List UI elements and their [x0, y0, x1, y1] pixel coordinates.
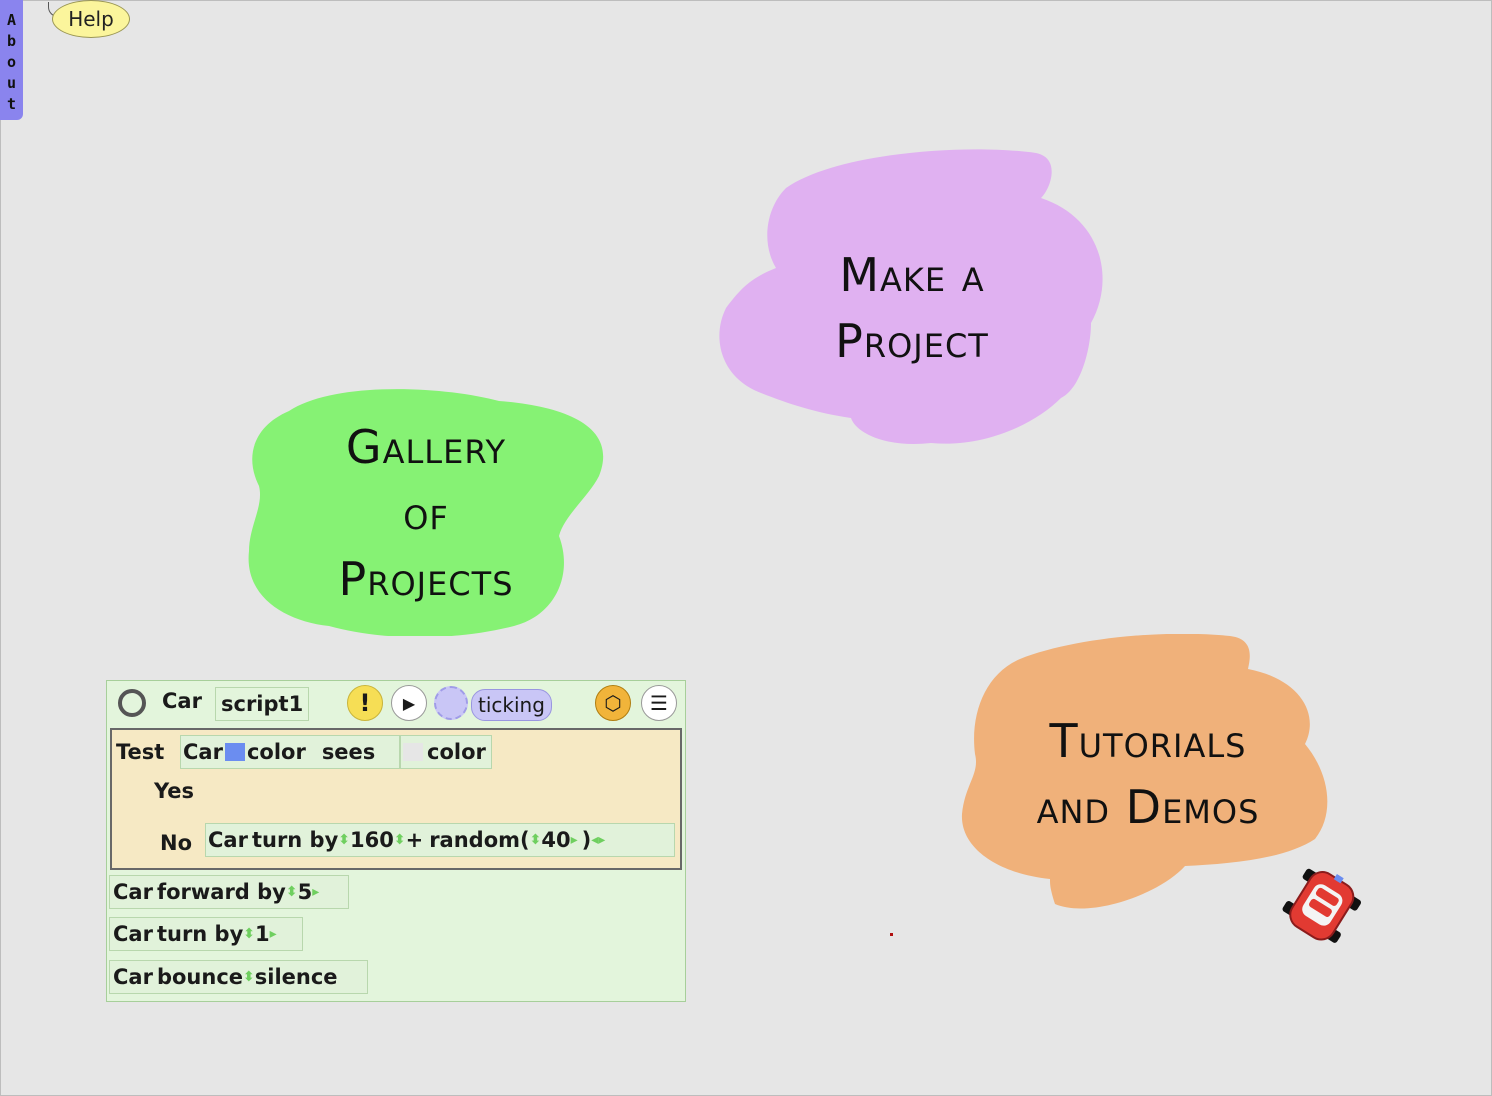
car-sprite[interactable]: [1278, 862, 1370, 950]
color-label: color: [427, 740, 486, 764]
command-line-bounce[interactable]: Car bounce ⬍ silence: [109, 960, 368, 994]
turn-value[interactable]: 160: [350, 828, 394, 852]
up-down-arrows-icon[interactable]: ⬍: [338, 832, 350, 848]
script-header: Car script1 ! ▶ ticking ⬡ ☰: [107, 681, 685, 727]
line-value[interactable]: 1: [255, 922, 270, 946]
line-command: bounce: [156, 965, 244, 989]
plus-operator[interactable]: +: [406, 828, 424, 852]
line-object: Car: [113, 965, 153, 989]
up-down-arrows-icon[interactable]: ⬍: [530, 832, 542, 848]
test-condition[interactable]: Car color sees: [180, 735, 400, 769]
command-line-forward[interactable]: Car forward by ⬍ 5 ▸: [109, 875, 349, 909]
status-label: ticking: [478, 693, 545, 717]
about-letter: A: [6, 11, 17, 29]
gallery-line1: Gallery: [345, 420, 507, 474]
status-ticking-button[interactable]: ticking: [471, 689, 552, 721]
clock-icon[interactable]: [434, 686, 468, 720]
line-value[interactable]: 5: [298, 880, 313, 904]
no-command: turn by: [251, 828, 339, 852]
about-letter: o: [6, 53, 17, 71]
script-editor[interactable]: Car script1 ! ▶ ticking ⬡ ☰ Test Car col…: [106, 680, 686, 1002]
fire-once-button[interactable]: !: [347, 685, 383, 721]
help-balloon[interactable]: Help: [52, 0, 130, 38]
script-name-label: script1: [221, 692, 304, 716]
menu-icon: ☰: [650, 691, 668, 715]
close-paren: ): [581, 828, 592, 852]
tutorials-line2: and Demos: [1036, 780, 1260, 834]
right-arrow-icon[interactable]: ▸: [571, 832, 578, 848]
line-value[interactable]: silence: [255, 965, 338, 989]
color-swatch[interactable]: [224, 743, 245, 761]
line-object: Car: [113, 922, 153, 946]
gallery-cloud[interactable]: Gallery of Projects: [244, 386, 608, 636]
exclamation-icon: !: [359, 689, 371, 717]
destroy-script-button[interactable]: ⬡: [595, 685, 631, 721]
line-object: Car: [113, 880, 153, 904]
up-down-arrows-icon[interactable]: ⬍: [243, 969, 255, 985]
test-block[interactable]: Test Car color sees color Yes No Car tur…: [110, 728, 682, 870]
no-command-tile[interactable]: Car turn by ⬍ 160 ⬍ + random ( ⬍ 40 ▸ ) …: [205, 823, 675, 857]
no-object: Car: [208, 828, 248, 852]
up-down-arrows-icon[interactable]: ⬍: [394, 832, 406, 848]
make-project-cloud[interactable]: Make a Project: [716, 148, 1108, 448]
command-line-turn[interactable]: Car turn by ⬍ 1 ▸: [109, 917, 303, 951]
sees-label: sees: [321, 740, 376, 764]
script-object-name[interactable]: Car: [162, 689, 202, 713]
box-icon: ⬡: [604, 691, 622, 715]
about-letter: t: [6, 95, 17, 113]
yes-label: Yes: [154, 779, 195, 803]
about-letter: u: [6, 74, 17, 92]
help-label: Help: [68, 7, 114, 31]
line-command: forward by: [156, 880, 286, 904]
no-label: No: [160, 831, 193, 855]
collapse-button[interactable]: [118, 689, 146, 717]
color-label: color: [246, 740, 306, 764]
about-letter: b: [6, 32, 17, 50]
random-label: random: [429, 828, 521, 852]
test-object: Car: [183, 740, 223, 764]
sees-color-tile[interactable]: color: [400, 735, 492, 769]
make-project-line2: Project: [835, 314, 989, 368]
open-paren: (: [520, 828, 530, 852]
up-down-arrows-icon[interactable]: ⬍: [286, 884, 298, 900]
make-project-line1: Make a: [839, 248, 985, 302]
test-label: Test: [116, 740, 165, 764]
tutorials-line1: Tutorials: [1049, 714, 1247, 768]
step-icon: ▶: [402, 693, 416, 713]
step-button[interactable]: ▶: [391, 685, 427, 721]
right-arrow-icon[interactable]: ▸: [312, 884, 319, 900]
line-command: turn by: [156, 922, 244, 946]
left-right-arrows-icon[interactable]: ◂▸: [591, 832, 605, 848]
gallery-line3: Projects: [338, 552, 514, 606]
right-arrow-icon[interactable]: ▸: [270, 926, 277, 942]
color-swatch[interactable]: [403, 743, 423, 761]
script-name-field[interactable]: script1: [215, 687, 310, 721]
gallery-line2: of: [403, 486, 449, 540]
pen-dot: [890, 933, 893, 936]
menu-button[interactable]: ☰: [641, 685, 677, 721]
up-down-arrows-icon[interactable]: ⬍: [243, 926, 255, 942]
random-value[interactable]: 40: [541, 828, 570, 852]
about-flap-tab[interactable]: A b o u t: [0, 0, 23, 120]
